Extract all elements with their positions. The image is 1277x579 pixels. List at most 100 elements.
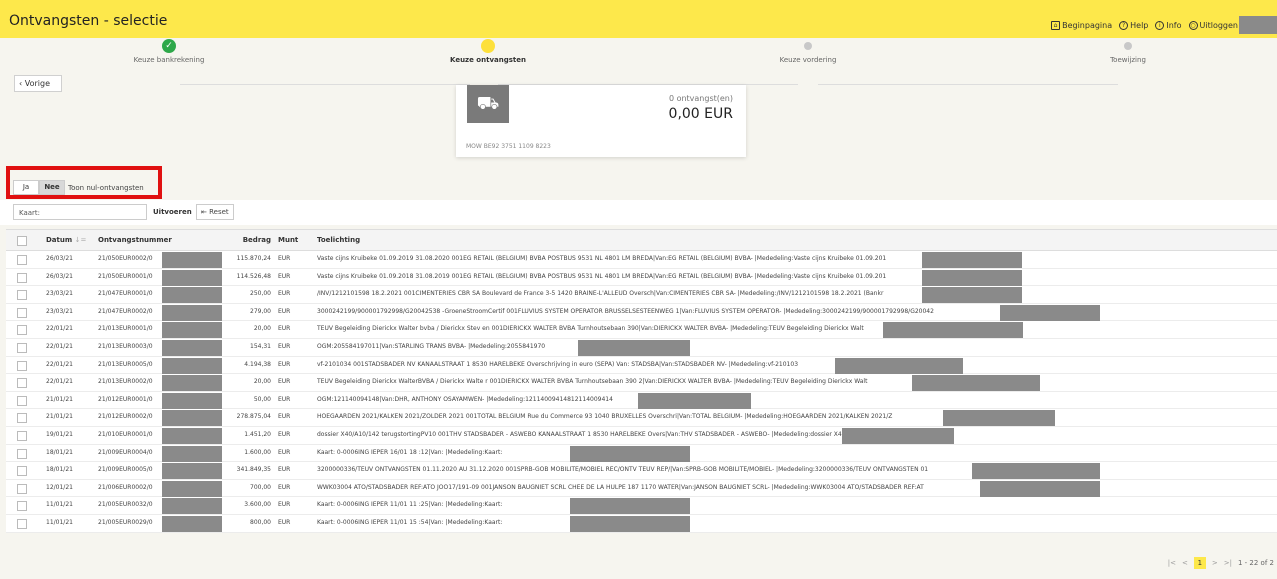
row-checkbox[interactable] — [17, 448, 27, 459]
table-row[interactable]: 23/03/21 21/047EUR0002/0 279,00 EUR 30002421… — [6, 303, 1277, 322]
cell-amount: 700,00 — [250, 483, 271, 491]
cell-date: 21/01/21 — [46, 395, 73, 403]
row-checkbox[interactable] — [17, 307, 27, 318]
wizard-steps: ✓ Keuze bankrekening Keuze ontvangsten K… — [0, 38, 1277, 85]
redacted-description — [570, 445, 690, 462]
cell-amount: 341.849,35 — [236, 466, 271, 474]
cell-amount: 50,00 — [253, 395, 271, 403]
account-number: MOW BE92 3751 1109 8223 — [466, 143, 551, 150]
table-row[interactable]: 21/01/21 21/012EUR0001/0 50,00 EUR OGM:12114… — [6, 391, 1277, 410]
previous-button[interactable]: ‹ Vorige — [14, 75, 62, 92]
column-description[interactable]: Toelichting — [317, 230, 1267, 250]
cell-currency: EUR — [278, 501, 291, 509]
redacted-description — [922, 287, 1022, 304]
header-bar: Ontvangsten - selectie ⌂ Beginpagina ? Hel… — [0, 0, 1277, 38]
select-all-checkbox[interactable] — [17, 236, 27, 246]
table-body: 26/03/21 21/050EUR0002/0 115.870,24 EUR Vast… — [6, 251, 1277, 533]
table-row[interactable]: 19/01/21 21/010EUR0001/0 1.451,20 EUR dossie… — [6, 426, 1277, 445]
reset-button-label: Reset — [209, 208, 229, 216]
table-row[interactable]: 22/01/21 21/013EUR0005/0 4.194,38 EUR vf-210… — [6, 356, 1277, 375]
home-link[interactable]: ⌂ Beginpagina — [1051, 20, 1113, 30]
row-checkbox[interactable] — [17, 360, 27, 371]
row-checkbox[interactable] — [17, 395, 27, 406]
column-date[interactable]: Datum ↓= — [46, 230, 98, 250]
redacted-description — [922, 269, 1022, 286]
table-row[interactable]: 22/01/21 21/013EUR0001/0 20,00 EUR TEUV Bege… — [6, 321, 1277, 339]
cell-amount: 4.194,38 — [244, 360, 271, 368]
cell-date: 23/03/21 — [46, 290, 73, 298]
table-row[interactable]: 26/03/21 21/050EUR0002/0 115.870,24 EUR Vast… — [6, 251, 1277, 269]
cart-icon: ⛟ — [467, 85, 509, 123]
current-step-indicator — [481, 39, 495, 53]
step-connector — [180, 84, 470, 85]
cell-description: TEUV Begeleiding Dierickx Walter bvba / … — [317, 325, 864, 333]
cell-currency: EUR — [278, 483, 291, 491]
redacted-description — [638, 392, 751, 409]
prev-page-icon[interactable]: < — [1182, 559, 1188, 567]
cell-description: Vaste cijns Kruibeke 01.09.2019 31.08.20… — [317, 255, 887, 262]
row-checkbox[interactable] — [17, 483, 27, 494]
cell-amount: 250,00 — [250, 290, 271, 298]
cell-description: HOEGAARDEN 2021/KALKEN 2021/ZOLDER 2021 … — [317, 413, 893, 421]
pending-step-indicator — [1124, 42, 1132, 50]
help-link[interactable]: ? Help — [1119, 20, 1148, 30]
cell-amount: 1.600,00 — [244, 448, 271, 456]
logout-link[interactable]: ○ Uitloggen — [1188, 16, 1277, 34]
page-title: Ontvangsten - selectie — [9, 13, 168, 29]
cell-amount: 279,00 — [250, 307, 271, 315]
cell-date: 23/03/21 — [46, 307, 73, 315]
cell-amount: 20,00 — [253, 325, 271, 333]
execute-button[interactable]: Uitvoeren — [153, 208, 192, 216]
cell-amount: 1.451,20 — [244, 430, 271, 438]
cell-date: 26/03/21 — [46, 272, 73, 280]
redacted-description — [1000, 304, 1100, 321]
cell-amount: 154,31 — [250, 342, 271, 350]
summary-card: ⛟ 0 ontvangst(en) 0,00 EUR MOW BE92 3751… — [456, 85, 746, 157]
cell-currency: EUR — [278, 290, 291, 298]
search-input[interactable]: Kaart: — [13, 204, 147, 220]
row-checkbox[interactable] — [17, 430, 27, 441]
column-currency[interactable]: Munt — [278, 230, 303, 250]
cell-date: 22/01/21 — [46, 378, 73, 386]
table-row[interactable]: 22/01/21 21/013EUR0003/0 154,31 EUR OGM:2055… — [6, 338, 1277, 357]
reset-button[interactable]: ⇤ Reset — [196, 204, 234, 220]
table-row[interactable]: 11/01/21 21/005EUR0029/0 800,00 EUR Kaart: 0… — [6, 514, 1277, 533]
highlight-box — [6, 166, 162, 199]
row-checkbox[interactable] — [17, 325, 27, 336]
row-checkbox[interactable] — [17, 413, 27, 424]
row-checkbox[interactable] — [17, 466, 27, 477]
row-checkbox[interactable] — [17, 255, 27, 265]
next-page-icon[interactable]: > — [1212, 559, 1218, 567]
table-row[interactable]: 23/03/21 21/047EUR0001/0 250,00 EUR/INV/121… — [6, 286, 1277, 304]
table-row[interactable]: 26/03/21 21/050EUR0001/0 114.526,48 EUR Vast… — [6, 268, 1277, 287]
table-row[interactable]: 11/01/21 21/005EUR0032/0 3.600,00 EUR Kaart:… — [6, 497, 1277, 515]
cell-description: Kaart: 0-0006ING IEPER 11/01 15 :54|Van:… — [317, 518, 503, 526]
row-checkbox[interactable] — [17, 290, 27, 301]
row-checkbox[interactable] — [17, 518, 27, 529]
table-row[interactable]: 21/01/21 21/012EUR0002/0 278.875,04 EUR HOEG… — [6, 409, 1277, 427]
cell-currency: EUR — [278, 518, 291, 526]
last-page-icon[interactable]: >| — [1224, 559, 1232, 567]
table-row[interactable]: 22/01/21 21/013EUR0002/0 20,00 EUR TEUV Bege… — [6, 374, 1277, 392]
cell-currency: EUR — [278, 430, 291, 438]
current-page[interactable]: 1 — [1193, 557, 1206, 569]
header-links: ⌂ Beginpagina ? Help i Info ○ Uitloggen — [1051, 16, 1277, 34]
step-bank-account[interactable]: ✓ Keuze bankrekening — [84, 38, 254, 64]
first-page-icon[interactable]: |< — [1168, 559, 1176, 567]
row-checkbox[interactable] — [17, 378, 27, 389]
row-checkbox[interactable] — [17, 272, 27, 283]
column-amount[interactable]: Bedrag — [206, 230, 271, 250]
table-row[interactable]: 12/01/21 21/006EUR0002/0 700,00 EUR WWK03004… — [6, 479, 1277, 498]
row-checkbox[interactable] — [17, 501, 27, 512]
row-checkbox[interactable] — [17, 342, 27, 353]
step-label: Toewijzing — [1110, 56, 1146, 64]
table-row[interactable]: 18/01/21 21/009EUR0005/0 341.849,35 EUR 3200… — [6, 462, 1277, 480]
column-number[interactable]: Ontvangstnummer — [98, 230, 223, 250]
info-link[interactable]: i Info — [1155, 20, 1182, 30]
home-link-label: Beginpagina — [1062, 20, 1113, 30]
redacted-description — [570, 498, 690, 515]
cell-currency: EUR — [278, 378, 291, 386]
cell-description: Vaste cijns Kruibeke 01.09.2018 31.08.20… — [317, 272, 887, 280]
cell-date: 12/01/21 — [46, 483, 73, 491]
table-row[interactable]: 18/01/21 21/009EUR0004/0 1.600,00 EUR Kaart:… — [6, 444, 1277, 463]
